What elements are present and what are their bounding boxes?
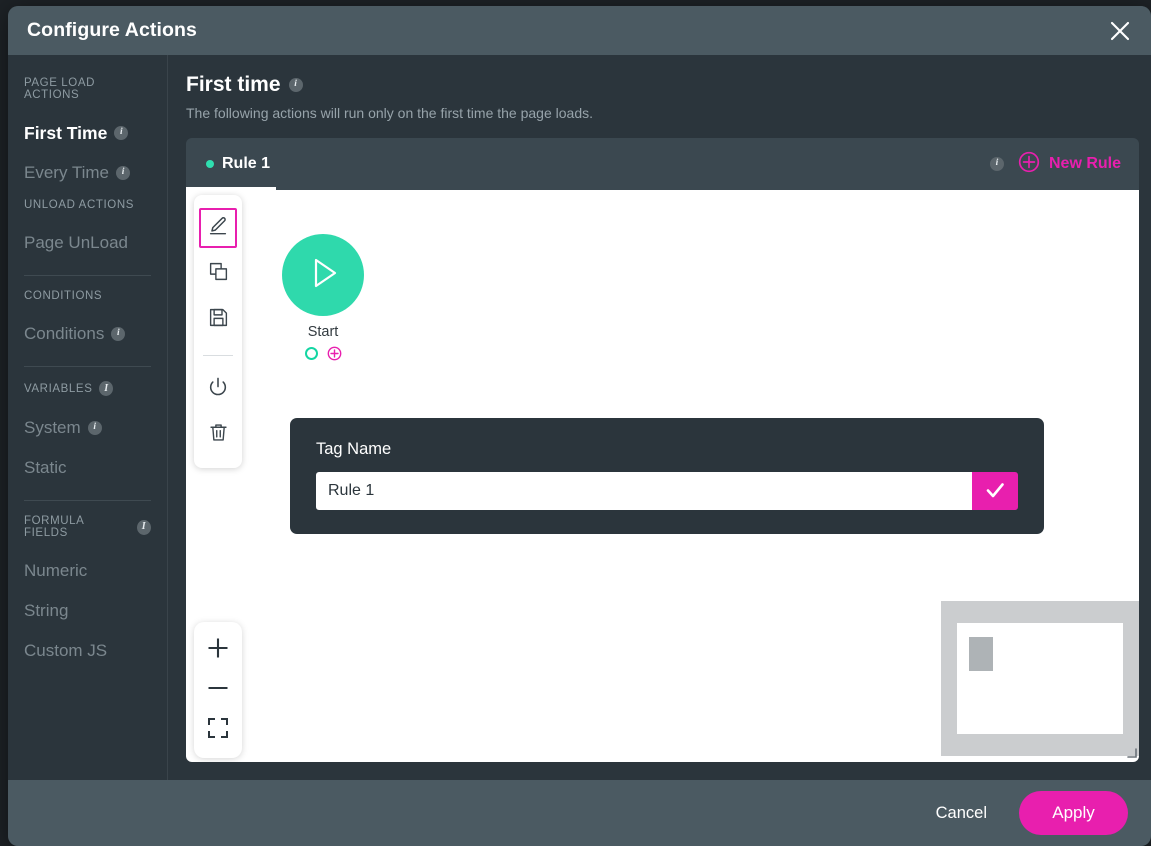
close-icon[interactable] [1103,14,1137,48]
sidebar-item-first-time[interactable]: First Time i [8,113,167,153]
info-icon[interactable]: i [288,78,303,92]
dialog-footer: Cancel Apply [8,780,1151,846]
minimap[interactable] [941,601,1139,758]
sidebar-group-formula-fields: FORMULA FIELDS i [8,515,167,539]
cancel-button[interactable]: Cancel [930,796,993,831]
fit-screen-icon [206,716,230,745]
sidebar-item-label: Conditions [24,324,105,343]
zoom-in-button[interactable] [198,630,238,670]
zoom-controls [194,622,242,758]
sidebar-group-page-load-actions: PAGE LOAD ACTIONS [8,77,167,101]
sidebar-group-label: PAGE LOAD ACTIONS [24,77,96,101]
sidebar-divider [24,366,151,367]
apply-button[interactable]: Apply [1019,791,1128,835]
tag-name-confirm-button[interactable] [972,472,1018,510]
rule-tabbar: Rule 1 i New Rule [186,138,1139,190]
start-node-label: Start [307,324,339,340]
plus-icon [205,635,231,666]
start-node-circle[interactable] [282,234,364,316]
sidebar-item-custom-js[interactable]: Custom JS [8,631,167,671]
configure-actions-dialog: Configure Actions PAGE LOAD ACTIONS Firs… [8,6,1151,846]
sidebar: PAGE LOAD ACTIONS First Time i Every Tim… [8,55,168,780]
sidebar-group-label: CONDITIONS [24,290,103,302]
tag-name-input[interactable] [316,472,972,510]
sidebar-group-label: UNLOAD ACTIONS [24,199,135,211]
tag-name-row [316,472,1018,510]
minimap-resize-handle[interactable] [1127,745,1137,758]
info-icon[interactable]: i [137,519,151,535]
info-icon[interactable]: i [989,157,1004,171]
start-node-ports [304,346,342,361]
sidebar-item-numeric[interactable]: Numeric [8,551,167,591]
info-icon[interactable]: i [116,166,131,180]
connector-circle-icon[interactable] [304,347,318,360]
tag-name-panel: Tag Name [290,418,1044,534]
toolbar-divider [203,355,233,356]
sidebar-divider [24,275,151,276]
sidebar-item-label: String [24,601,69,620]
duplicate-tool-button[interactable] [199,254,237,294]
page-subtitle: The following actions will run only on t… [186,105,593,121]
minus-icon [205,675,231,706]
minimap-node [969,637,993,671]
page-title: First time i [186,73,1139,97]
dialog-titlebar: Configure Actions [8,6,1151,55]
sidebar-item-system[interactable]: System i [8,408,167,448]
play-icon [301,251,345,300]
dialog-title: Configure Actions [27,19,197,41]
sidebar-item-string[interactable]: String [8,591,167,631]
fit-to-screen-button[interactable] [198,710,238,750]
main-content: First time i The following actions will … [168,55,1151,780]
info-icon[interactable]: i [87,421,102,435]
power-icon [207,376,229,403]
tab-rule-1[interactable]: Rule 1 [186,138,290,190]
tab-status-dot [206,160,214,168]
check-icon [983,478,1007,505]
canvas-toolbar [194,195,242,468]
sidebar-item-label: Static [24,458,67,477]
sidebar-item-conditions[interactable]: Conditions i [8,314,167,354]
tag-name-label: Tag Name [316,440,392,458]
sidebar-item-label: System [24,418,81,437]
copy-icon [208,261,229,287]
plus-circle-icon [1018,151,1040,178]
sidebar-item-label: First Time [24,122,108,143]
zoom-out-button[interactable] [198,670,238,710]
new-rule-label: New Rule [1048,155,1121,172]
edit-tool-button[interactable] [199,208,237,248]
dialog-body: PAGE LOAD ACTIONS First Time i Every Tim… [8,55,1151,780]
delete-tool-button[interactable] [199,415,237,455]
sidebar-group-conditions: CONDITIONS [8,290,167,302]
minimap-viewport [957,623,1123,734]
sidebar-item-static[interactable]: Static [8,448,167,488]
sidebar-group-unload-actions: UNLOAD ACTIONS [8,199,167,211]
sidebar-item-label: Custom JS [24,641,108,660]
sidebar-group-label: VARIABLES [24,382,93,395]
plus-circle-icon[interactable] [327,346,342,361]
info-icon[interactable]: i [114,126,129,140]
sidebar-item-every-time[interactable]: Every Time i [8,153,167,193]
trash-icon [208,422,229,448]
sidebar-group-variables: VARIABLES i [8,381,167,396]
info-icon[interactable]: i [111,327,126,341]
sidebar-item-label: Page UnLoad [24,233,128,252]
sidebar-item-page-unload[interactable]: Page UnLoad [8,223,167,263]
sidebar-item-label: Numeric [24,561,88,580]
info-icon[interactable]: i [99,381,114,396]
tab-label: Rule 1 [222,155,271,172]
sidebar-group-label: FORMULA FIELDS [24,515,84,539]
save-tool-button[interactable] [199,300,237,340]
start-node[interactable]: Start [268,234,378,361]
sidebar-item-label: Every Time [24,163,110,182]
floppy-disk-icon [208,307,229,333]
new-rule-button[interactable]: New Rule [1018,151,1123,178]
sidebar-divider [24,500,151,501]
page-title-label: First time [186,73,281,96]
pencil-icon [207,215,229,242]
flow-canvas[interactable]: Start Tag Name [186,190,1139,762]
disable-tool-button[interactable] [199,369,237,409]
